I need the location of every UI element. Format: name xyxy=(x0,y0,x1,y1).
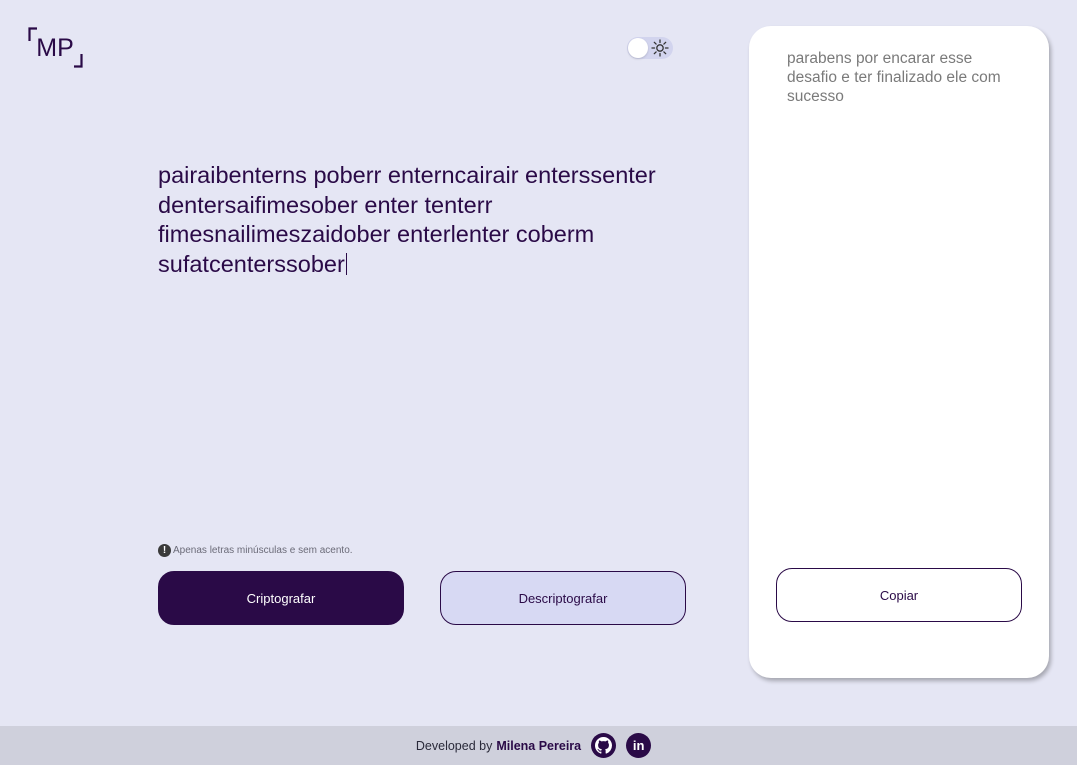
encrypt-button[interactable]: Criptografar xyxy=(158,571,404,625)
linkedin-icon[interactable]: in xyxy=(626,733,652,758)
output-panel: parabens por encarar esse desafio e ter … xyxy=(749,26,1049,678)
footer-developed-by: Developed by xyxy=(415,738,493,753)
linkedin-glyph: in xyxy=(632,738,645,753)
footer-author: Milena Pereira xyxy=(496,738,582,753)
decrypt-button[interactable]: Descriptografar xyxy=(440,571,686,625)
output-text: parabens por encarar esse desafio e ter … xyxy=(787,50,1001,105)
footer: Developed by Milena Pereira in xyxy=(0,726,1077,765)
copy-button[interactable]: Copiar xyxy=(776,568,1022,622)
logo-text: MP xyxy=(36,34,74,62)
github-glyph xyxy=(595,737,613,754)
theme-toggle[interactable] xyxy=(627,37,673,59)
hint-text: Apenas letras minúsculas e sem acento. xyxy=(173,544,353,556)
input-hint: ! Apenas letras minúsculas e sem acento. xyxy=(158,543,353,557)
sun-icon xyxy=(651,39,669,57)
logo: MP xyxy=(28,27,83,68)
message-input-text: pairaibenterns poberr enterncairair ente… xyxy=(158,162,656,277)
text-caret xyxy=(345,252,347,275)
message-input[interactable]: pairaibenterns poberr enterncairair ente… xyxy=(158,161,658,279)
toggle-knob xyxy=(628,38,648,58)
info-icon: ! xyxy=(158,543,171,557)
github-icon[interactable] xyxy=(591,733,617,758)
